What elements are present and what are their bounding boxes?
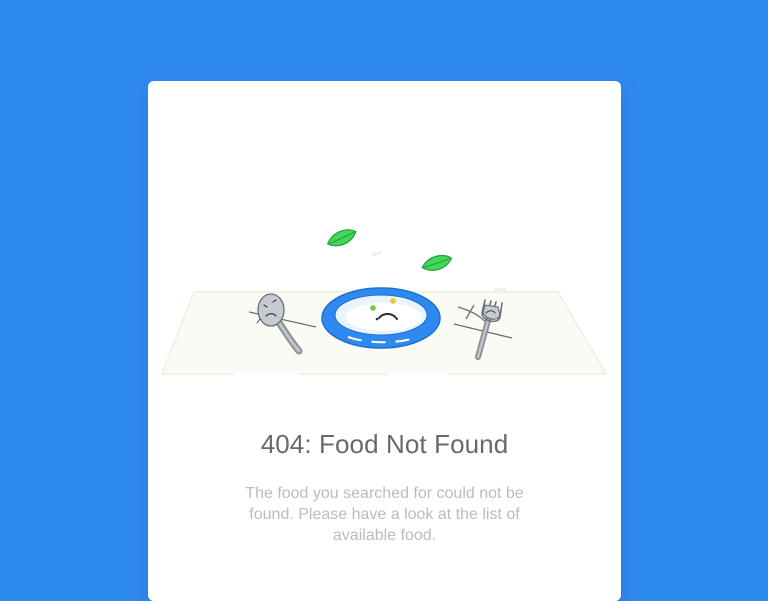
page: { "error_card": { "title": "404: Food No… (0, 0, 768, 601)
error-card: 404: Food Not Found The food you searche… (148, 81, 621, 601)
leaf-icon (421, 254, 453, 271)
error-description: The food you searched for could not be f… (245, 485, 524, 544)
empty-plate-icon (321, 287, 441, 349)
leaf-icon (326, 229, 357, 247)
empty-plate-illustration (160, 229, 608, 376)
error-title: 404: Food Not Found (260, 429, 509, 459)
